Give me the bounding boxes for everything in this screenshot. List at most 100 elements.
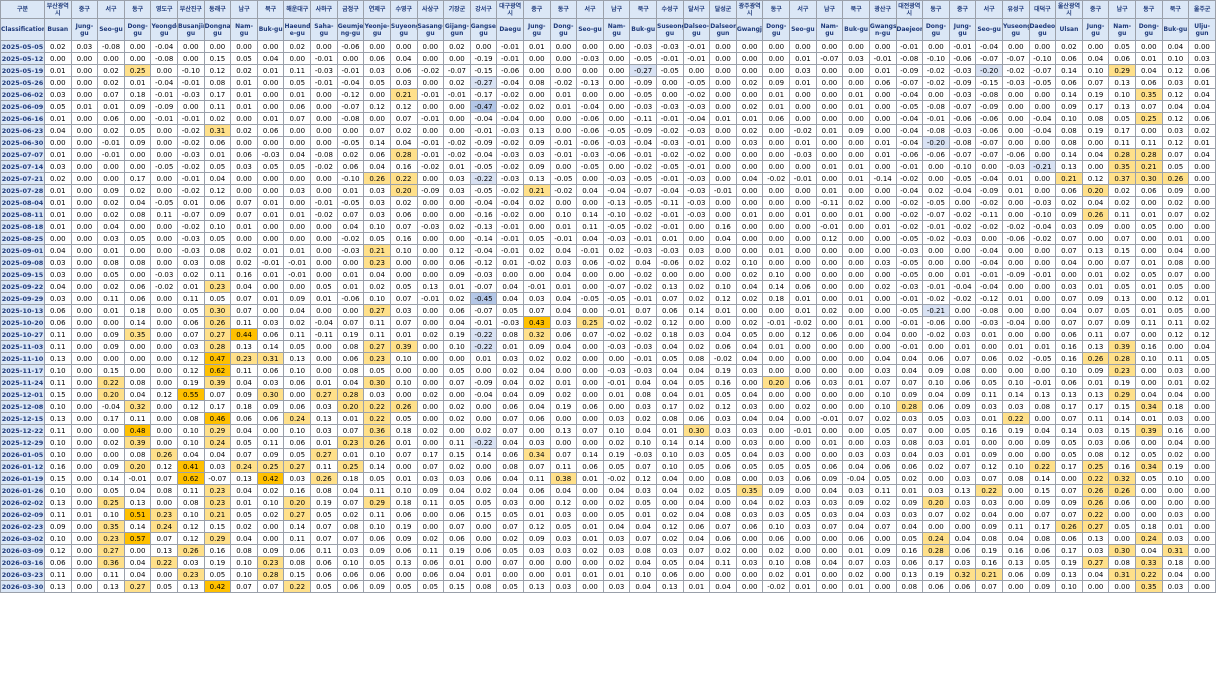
column-header-en: Saha-gu <box>310 18 338 41</box>
value-cell: 0.00 <box>868 292 897 305</box>
value-cell: 0.00 <box>283 52 312 65</box>
value-cell: 0.02 <box>1055 196 1083 209</box>
value-cell: 0.13 <box>44 412 72 425</box>
row-date: 2025-05-05 <box>0 40 45 53</box>
value-cell: 0.11 <box>1081 328 1110 341</box>
value-cell: 0.00 <box>789 448 817 461</box>
value-cell: 0.00 <box>1055 268 1083 281</box>
value-cell: 0.17 <box>1081 400 1110 413</box>
value-cell: 0.00 <box>283 196 312 209</box>
value-cell: 0.00 <box>868 532 897 545</box>
value-cell: 0.06 <box>922 580 950 593</box>
value-cell: 0.19 <box>1081 88 1110 101</box>
column-header-en: Jung-gu <box>1081 18 1110 41</box>
value-cell: 0.01 <box>868 64 897 77</box>
value-cell: 0.26 <box>310 472 338 485</box>
value-cell: 0.00 <box>256 88 285 101</box>
column-header-ko: 서구 <box>789 0 817 19</box>
value-cell: 0.00 <box>975 364 1003 377</box>
value-cell: -0.04 <box>310 316 338 329</box>
value-cell: 0.00 <box>310 244 338 257</box>
value-cell: 0.00 <box>150 328 179 341</box>
value-cell: 0.00 <box>1028 280 1057 293</box>
value-cell: 0.08 <box>709 472 737 485</box>
value-cell: 0.01 <box>336 184 365 197</box>
value-cell: 0.02 <box>815 304 844 317</box>
value-cell: 0.03 <box>895 412 924 425</box>
value-cell: 0.04 <box>656 376 684 389</box>
value-cell: 0.00 <box>1028 40 1057 53</box>
value-cell: 0.08 <box>709 508 737 521</box>
value-cell: 0.03 <box>815 496 844 509</box>
value-cell: -0.01 <box>629 148 658 161</box>
value-cell: 0.02 <box>762 568 791 581</box>
value-cell: 0.37 <box>1108 172 1136 185</box>
value-cell: 0.03 <box>735 436 764 449</box>
value-cell: 0.10 <box>1001 460 1030 473</box>
value-cell: 0.03 <box>868 448 897 461</box>
value-cell: 0.03 <box>443 184 471 197</box>
value-cell: 0.00 <box>256 76 285 89</box>
value-cell: 0.00 <box>1134 124 1163 137</box>
value-cell: 0.00 <box>842 244 870 257</box>
value-cell: 0.02 <box>682 280 711 293</box>
table-row: 2025-09-15 0.03 0.00 0.05 0.00 -0.03 0.02 0.11 0… <box>0 268 1216 281</box>
value-cell: 0.00 <box>576 484 604 497</box>
value-cell: 0.01 <box>177 196 205 209</box>
value-cell: -0.11 <box>975 208 1003 221</box>
value-cell: 0.07 <box>1134 100 1163 113</box>
value-cell: 0.00 <box>1188 196 1216 209</box>
value-cell: 0.11 <box>230 316 258 329</box>
value-cell: 0.16 <box>1134 340 1163 353</box>
value-cell: 0.11 <box>310 544 338 557</box>
value-cell: 0.00 <box>735 196 764 209</box>
value-cell: -0.07 <box>469 304 498 317</box>
value-cell: -0.08 <box>150 52 179 65</box>
value-cell: 0.00 <box>310 340 338 353</box>
value-cell: -0.06 <box>895 148 924 161</box>
value-cell: 0.01 <box>762 340 791 353</box>
column-header-en: Nam-gu <box>230 18 258 41</box>
value-cell: 0.05 <box>709 388 737 401</box>
value-cell: 0.25 <box>576 316 604 329</box>
value-cell: 0.21 <box>203 508 232 521</box>
value-cell: 0.00 <box>842 304 870 317</box>
row-date: 2025-08-18 <box>0 220 45 233</box>
value-cell: -0.05 <box>602 220 631 233</box>
value-cell: 0.00 <box>762 52 791 65</box>
value-cell: 0.11 <box>416 544 445 557</box>
value-cell: 0.01 <box>336 280 365 293</box>
value-cell: 0.00 <box>576 280 604 293</box>
value-cell: 0.03 <box>443 472 471 485</box>
value-cell: 0.00 <box>709 244 737 257</box>
value-cell: -0.04 <box>496 76 524 89</box>
value-cell: 0.00 <box>762 208 791 221</box>
value-cell: 0.00 <box>1161 496 1190 509</box>
column-header-en: Ulsan <box>1055 18 1083 41</box>
value-cell: 0.00 <box>549 40 578 53</box>
value-cell: 0.17 <box>97 412 125 425</box>
value-cell: 0.26 <box>363 172 391 185</box>
value-cell: 0.00 <box>815 448 844 461</box>
value-cell: 0.39 <box>389 340 418 353</box>
value-cell: 0.00 <box>150 376 179 389</box>
value-cell: 0.10 <box>1108 88 1136 101</box>
value-cell: -0.04 <box>97 400 125 413</box>
value-cell: 0.10 <box>549 208 578 221</box>
value-cell: 0.04 <box>496 472 524 485</box>
value-cell: 0.03 <box>895 508 924 521</box>
value-cell: 0.05 <box>1055 436 1083 449</box>
value-cell: 0.00 <box>1028 244 1057 257</box>
row-date: 2025-07-14 <box>0 160 45 173</box>
value-cell: 0.00 <box>709 172 737 185</box>
value-cell: 0.12 <box>656 316 684 329</box>
value-cell: 0.01 <box>1188 136 1216 149</box>
value-cell: 0.35 <box>735 484 764 497</box>
value-cell: 0.08 <box>336 520 365 533</box>
value-cell: 0.03 <box>522 436 551 449</box>
value-cell: -0.09 <box>895 64 924 77</box>
value-cell: 0.00 <box>469 460 498 473</box>
value-cell: 0.55 <box>177 388 205 401</box>
value-cell: 0.00 <box>1188 460 1216 473</box>
value-cell: 0.20 <box>762 376 791 389</box>
